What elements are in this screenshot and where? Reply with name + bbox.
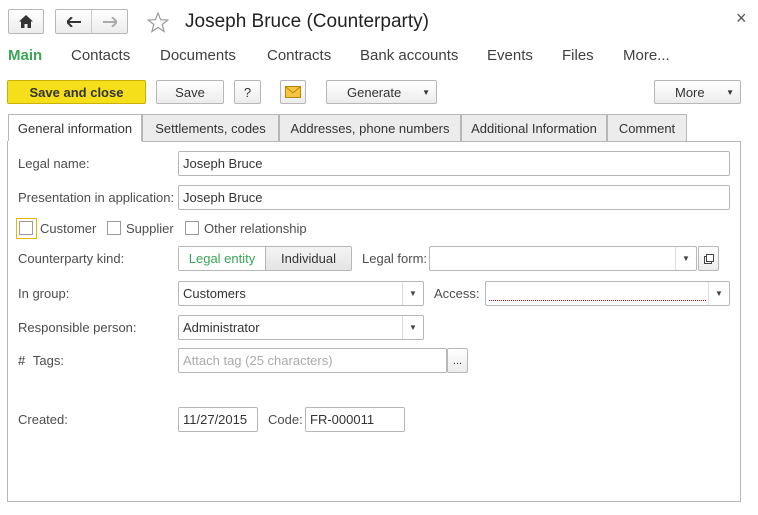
chevron-down-icon[interactable]: ▼ bbox=[708, 282, 729, 305]
chevron-down-icon[interactable]: ▼ bbox=[402, 316, 423, 339]
tab-comment[interactable]: Comment bbox=[607, 114, 687, 142]
in-group-value: Customers bbox=[183, 286, 246, 301]
tab-addresses-phone-numbers[interactable]: Addresses, phone numbers bbox=[279, 114, 461, 142]
more-label: More bbox=[675, 84, 705, 100]
tags-label-row: # Tags: bbox=[18, 353, 64, 368]
nav-events[interactable]: Events bbox=[487, 47, 533, 64]
more-button[interactable]: More ▼ bbox=[654, 80, 741, 104]
in-group-select[interactable]: Customers ▼ bbox=[178, 281, 424, 306]
tags-placeholder: Attach tag (25 characters) bbox=[183, 353, 333, 368]
counterparty-kind-toggle: Legal entity Individual bbox=[178, 246, 352, 271]
back-button[interactable] bbox=[56, 10, 92, 33]
open-window-icon bbox=[703, 253, 714, 264]
other-relationship-checkbox[interactable] bbox=[185, 221, 199, 235]
tab-additional-information[interactable]: Additional Information bbox=[461, 114, 607, 142]
counterparty-kind-label: Counterparty kind: bbox=[18, 251, 125, 266]
close-icon[interactable]: × bbox=[736, 8, 747, 29]
nav-contacts[interactable]: Contacts bbox=[71, 47, 130, 64]
legal-form-select[interactable]: ▼ bbox=[429, 246, 697, 271]
save-button[interactable]: Save bbox=[156, 80, 224, 104]
nav-bank-accounts[interactable]: Bank accounts bbox=[360, 47, 458, 64]
in-group-label: In group: bbox=[18, 286, 70, 301]
nav-contracts[interactable]: Contracts bbox=[267, 47, 331, 64]
save-and-close-button[interactable]: Save and close bbox=[7, 80, 146, 104]
responsible-person-value: Administrator bbox=[183, 320, 260, 335]
arrow-right-icon bbox=[102, 16, 117, 27]
chevron-down-icon: ▼ bbox=[422, 87, 430, 97]
code-label: Code: bbox=[268, 412, 303, 427]
nav-documents[interactable]: Documents bbox=[160, 47, 236, 64]
forward-button[interactable] bbox=[92, 10, 127, 33]
customer-checkbox[interactable] bbox=[19, 221, 33, 235]
responsible-person-select[interactable]: Administrator ▼ bbox=[178, 315, 424, 340]
tab-settlements-codes[interactable]: Settlements, codes bbox=[142, 114, 279, 142]
tags-input[interactable]: Attach tag (25 characters) bbox=[178, 348, 447, 373]
created-label: Created: bbox=[18, 412, 68, 427]
responsible-person-label: Responsible person: bbox=[18, 320, 137, 335]
hash-icon: # bbox=[18, 353, 26, 368]
nav-main[interactable]: Main bbox=[8, 47, 42, 64]
legal-name-label: Legal name: bbox=[18, 156, 90, 171]
legal-form-label: Legal form: bbox=[362, 251, 428, 266]
open-legal-form-button[interactable] bbox=[698, 246, 719, 271]
access-select[interactable]: ▼ bbox=[485, 281, 730, 306]
back-forward-group bbox=[55, 9, 128, 34]
home-icon bbox=[19, 15, 33, 28]
code-field[interactable]: FR-000011 bbox=[305, 407, 405, 432]
kind-legal-entity-button[interactable]: Legal entity bbox=[179, 247, 265, 270]
generate-label: Generate bbox=[347, 84, 402, 100]
presentation-label: Presentation in application: bbox=[18, 190, 175, 205]
other-relationship-label: Other relationship bbox=[204, 221, 307, 236]
kind-individual-button[interactable]: Individual bbox=[265, 247, 351, 270]
chevron-down-icon[interactable]: ▼ bbox=[675, 247, 696, 270]
favorite-star-icon[interactable] bbox=[146, 10, 170, 34]
supplier-label: Supplier bbox=[126, 221, 174, 236]
arrow-left-icon bbox=[66, 16, 81, 27]
panel-top-border-right bbox=[142, 141, 741, 142]
tags-choose-button[interactable]: ... bbox=[447, 348, 468, 373]
chevron-down-icon[interactable]: ▼ bbox=[402, 282, 423, 305]
help-button[interactable]: ? bbox=[234, 80, 261, 104]
supplier-checkbox[interactable] bbox=[107, 221, 121, 235]
customer-label: Customer bbox=[40, 221, 97, 236]
presentation-input[interactable]: Joseph Bruce bbox=[178, 185, 730, 210]
required-marker-underline bbox=[489, 300, 706, 301]
nav-files[interactable]: Files bbox=[562, 47, 594, 64]
tags-label: Tags: bbox=[32, 353, 64, 368]
envelope-icon bbox=[285, 86, 301, 98]
tab-general-information[interactable]: General information bbox=[8, 114, 142, 142]
nav-more[interactable]: More... bbox=[623, 47, 670, 64]
email-button[interactable] bbox=[280, 80, 306, 104]
created-date-field[interactable]: 11/27/2015 bbox=[178, 407, 258, 432]
chevron-down-icon: ▼ bbox=[726, 87, 734, 97]
window-title: Joseph Bruce (Counterparty) bbox=[185, 11, 429, 32]
home-button[interactable] bbox=[8, 9, 44, 34]
access-label: Access: bbox=[434, 286, 480, 301]
generate-button[interactable]: Generate ▼ bbox=[326, 80, 437, 104]
legal-name-input[interactable]: Joseph Bruce bbox=[178, 151, 730, 176]
